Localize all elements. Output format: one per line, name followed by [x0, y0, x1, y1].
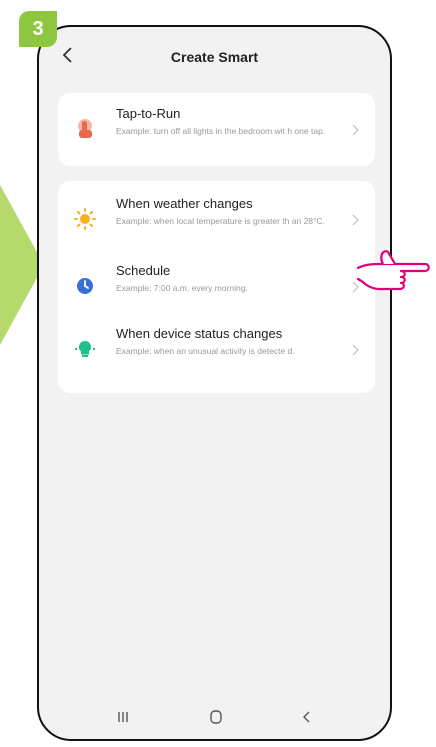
- item-name: When weather changes: [116, 196, 253, 211]
- item-name: Schedule: [116, 263, 171, 278]
- page-title: Create Smart: [170, 49, 259, 65]
- step-number: 3: [32, 17, 44, 40]
- chevron-right-icon: [352, 124, 359, 136]
- list-item-tap-to-run[interactable]: Tap-to-Run Example: turn off all lights …: [58, 99, 375, 159]
- android-nav-bar: [39, 695, 390, 739]
- item-description: Example: when an unusual activity is det…: [116, 346, 295, 356]
- chevron-right-icon: [352, 344, 359, 356]
- chevron-right-icon: [352, 214, 359, 226]
- step-number-badge: 3: [19, 11, 57, 47]
- condition-card: When weather changes Example: when local…: [58, 181, 375, 393]
- device-bulb-icon: [75, 340, 95, 357]
- tap-to-run-card: Tap-to-Run Example: turn off all lights …: [58, 93, 375, 166]
- phone-frame: Create Smart Tap-to-Run Example: turn of…: [37, 25, 392, 741]
- back-icon[interactable]: [295, 707, 319, 727]
- item-description: Example: turn off all lights in the bedr…: [116, 126, 326, 136]
- item-name: Tap-to-Run: [116, 106, 181, 121]
- sun-icon: [74, 208, 96, 230]
- clock-icon: [77, 278, 93, 294]
- top-bar: Create Smart: [39, 41, 390, 71]
- tap-finger-icon: [78, 119, 92, 138]
- item-description: Example: 7:00 a.m. every morning.: [116, 283, 248, 293]
- pointing-hand-icon: [356, 250, 430, 291]
- list-item-schedule[interactable]: Schedule Example: 7:00 a.m. every mornin…: [58, 256, 375, 316]
- recent-apps-icon[interactable]: [111, 707, 135, 727]
- list-item-weather[interactable]: When weather changes Example: when local…: [58, 189, 375, 249]
- home-icon[interactable]: [204, 707, 228, 727]
- item-description: Example: when local temperature is great…: [116, 216, 325, 226]
- list-item-device-status[interactable]: When device status changes Example: when…: [58, 319, 375, 379]
- item-name: When device status changes: [116, 326, 283, 341]
